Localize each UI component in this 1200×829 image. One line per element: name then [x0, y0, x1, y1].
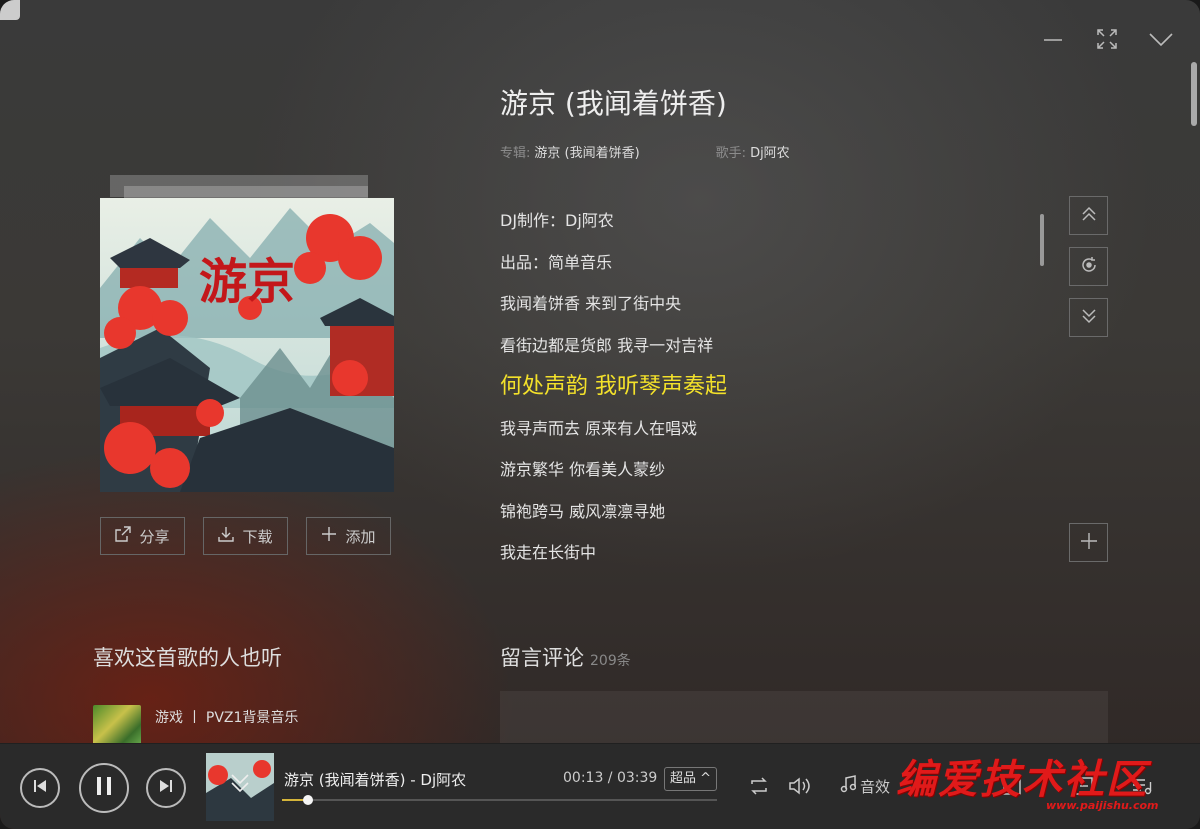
- page-scrollbar[interactable]: [1191, 62, 1197, 126]
- double-chevron-down-icon: [1081, 308, 1097, 328]
- quality-selector[interactable]: 超品 ^: [664, 767, 718, 791]
- now-playing-thumbnail[interactable]: [206, 753, 274, 821]
- download-icon: [218, 526, 235, 546]
- lyric-line[interactable]: 锦袍跨马 威风凛凛寻她: [500, 491, 1020, 533]
- locate-icon: [1080, 256, 1098, 278]
- playlist-icon[interactable]: [1130, 774, 1154, 798]
- playback-time: 00:13 / 03:39: [563, 770, 658, 786]
- sound-effect-label: 音效: [860, 777, 891, 796]
- add-button[interactable]: 添加: [306, 517, 391, 555]
- lyric-line[interactable]: 我寻声而去 原来有人在唱戏: [500, 408, 1020, 450]
- minimize-icon[interactable]: [1040, 28, 1066, 50]
- album-cover[interactable]: 游京: [100, 198, 394, 492]
- lyric-line[interactable]: 出品：简单音乐: [500, 242, 1020, 284]
- progress-handle[interactable]: [302, 795, 313, 805]
- plus-icon: [321, 526, 337, 546]
- song-meta: 专辑: 游京 (我闻着饼香) 歌手: Dj阿农: [500, 142, 790, 161]
- lyrics-reset-button[interactable]: [1069, 247, 1108, 286]
- music-note-icon: [840, 775, 857, 797]
- comment-count: 209条: [590, 653, 631, 669]
- album-link[interactable]: 游京 (我闻着饼香): [534, 142, 639, 161]
- artist-label: 歌手:: [715, 146, 747, 161]
- pause-button[interactable]: [79, 763, 129, 813]
- album-label: 专辑:: [500, 146, 531, 161]
- song-actions: 分享 下载 添加: [100, 517, 391, 555]
- repeat-icon[interactable]: [747, 774, 771, 798]
- skip-previous-icon: [32, 778, 48, 798]
- comment-input-area[interactable]: [500, 691, 1108, 751]
- similar-item-title: 游戏 丨 PVZ1背景音乐: [155, 710, 299, 726]
- similar-section-title: 喜欢这首歌的人也听: [93, 646, 282, 670]
- window-controls: [1040, 28, 1174, 50]
- artist-link[interactable]: Dj阿农: [750, 142, 790, 161]
- now-playing-title[interactable]: 游京 (我闻着饼香) - Dj阿农: [284, 769, 466, 790]
- lyric-line[interactable]: DJ制作：Dj阿农: [500, 200, 1020, 242]
- previous-button[interactable]: [20, 768, 60, 808]
- download-button[interactable]: 下载: [203, 517, 288, 555]
- lyric-line[interactable]: 我闻着饼香 来到了街中央: [500, 283, 1020, 325]
- volume-icon[interactable]: [788, 774, 812, 798]
- lyrics-toggle-icon[interactable]: [1000, 774, 1024, 798]
- lyric-line-active[interactable]: 何处声韵 我听琴声奏起: [500, 366, 1020, 408]
- lyric-line[interactable]: 我走在长街中: [500, 532, 1020, 574]
- skip-next-icon: [158, 778, 174, 798]
- double-chevron-up-icon: [1081, 206, 1097, 226]
- lyrics-down-button[interactable]: [1069, 298, 1108, 337]
- desktop-lyrics-icon[interactable]: [1072, 774, 1096, 798]
- song-title: 游京 (我闻着饼香): [500, 87, 727, 120]
- share-button[interactable]: 分享: [100, 517, 185, 555]
- progress-track[interactable]: [282, 799, 717, 801]
- cover-stack-shadow: [124, 186, 368, 198]
- window-corner: [0, 0, 20, 20]
- lyric-line[interactable]: 游京繁华 你看美人蒙纱: [500, 449, 1020, 491]
- download-label: 下载: [242, 527, 273, 546]
- player-window: 游京 分享 下载 添加 游京 (我闻着饼香) 专辑: 游京 (我闻着饼香) 歌手…: [0, 0, 1200, 829]
- comments-title: 留言评论: [500, 646, 584, 670]
- comments-section-title: 留言评论 209条: [500, 642, 631, 672]
- sound-effect-button[interactable]: 音效: [840, 775, 890, 797]
- fullscreen-icon[interactable]: [1094, 28, 1120, 50]
- lyric-line[interactable]: 看街边都是货郎 我寻一对吉祥: [500, 325, 1020, 367]
- svg-text:游京: 游京: [199, 254, 295, 310]
- collapse-icon[interactable]: [1148, 28, 1174, 50]
- lyrics-panel[interactable]: DJ制作：Dj阿农 出品：简单音乐 我闻着饼香 来到了街中央 看街边都是货郎 我…: [500, 200, 1020, 574]
- lyrics-up-button[interactable]: [1069, 196, 1108, 235]
- player-bar: 游京 (我闻着饼香) - Dj阿农 00:13 / 03:39 超品 ^ 音效: [0, 743, 1200, 829]
- lyrics-scrollbar[interactable]: [1040, 214, 1044, 266]
- share-icon: [115, 526, 132, 546]
- lyrics-add-button[interactable]: [1069, 523, 1108, 562]
- pause-icon: [95, 776, 113, 800]
- add-label: 添加: [345, 527, 376, 546]
- share-label: 分享: [139, 527, 170, 546]
- next-button[interactable]: [146, 768, 186, 808]
- plus-icon: [1080, 532, 1098, 554]
